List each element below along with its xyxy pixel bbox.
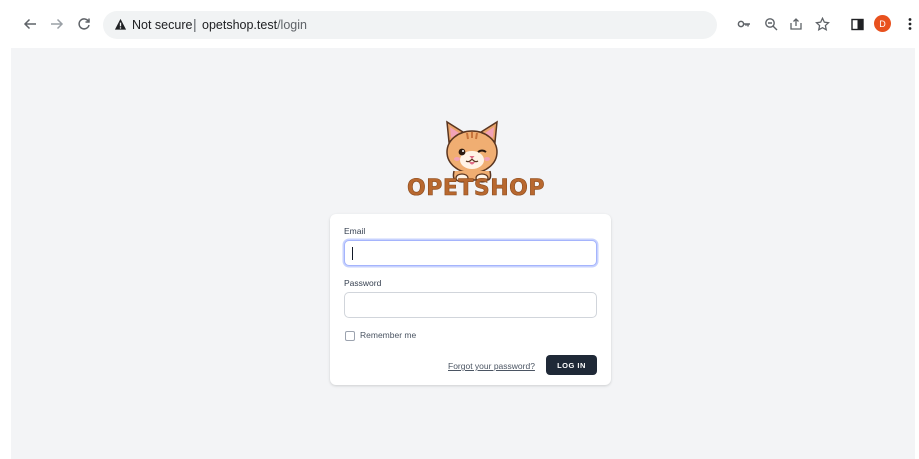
zoom-icon[interactable] xyxy=(760,13,782,35)
url-separator: | xyxy=(193,16,197,32)
side-panel-icon[interactable] xyxy=(846,13,868,35)
security-status[interactable]: Not secure xyxy=(132,18,192,32)
more-menu-icon[interactable] xyxy=(899,13,919,35)
url-host: opetshop.test xyxy=(202,18,278,32)
browser-toolbar: Not secure | opetshop.test/login D xyxy=(0,0,919,48)
url-text[interactable]: opetshop.test/login xyxy=(202,18,307,32)
password-label: Password xyxy=(344,278,382,288)
brand-name: OPETSHOP xyxy=(407,176,545,202)
email-label: Email xyxy=(344,226,366,236)
forward-arrow-icon[interactable] xyxy=(46,13,68,35)
avatar[interactable]: D xyxy=(874,15,891,32)
key-icon[interactable] xyxy=(733,13,755,35)
forgot-password-link[interactable]: Forgot your password? xyxy=(448,361,535,371)
back-arrow-icon[interactable] xyxy=(19,13,41,35)
url-path: /login xyxy=(277,18,307,32)
remember-me-checkbox[interactable] xyxy=(345,331,355,341)
email-field[interactable] xyxy=(344,240,597,266)
address-bar[interactable]: Not secure | opetshop.test/login xyxy=(103,11,717,39)
page-content: OPETSHOP Email Password Remember me Forg… xyxy=(11,48,915,459)
login-card: Email Password Remember me Forgot your p… xyxy=(330,214,611,385)
password-field[interactable] xyxy=(344,292,597,318)
text-cursor xyxy=(352,247,354,260)
remember-me-label[interactable]: Remember me xyxy=(360,330,416,340)
star-icon[interactable] xyxy=(811,13,833,35)
share-icon[interactable] xyxy=(785,13,807,35)
login-button[interactable]: LOG IN xyxy=(546,355,597,375)
warning-icon[interactable] xyxy=(114,18,127,31)
reload-icon[interactable] xyxy=(73,13,95,35)
